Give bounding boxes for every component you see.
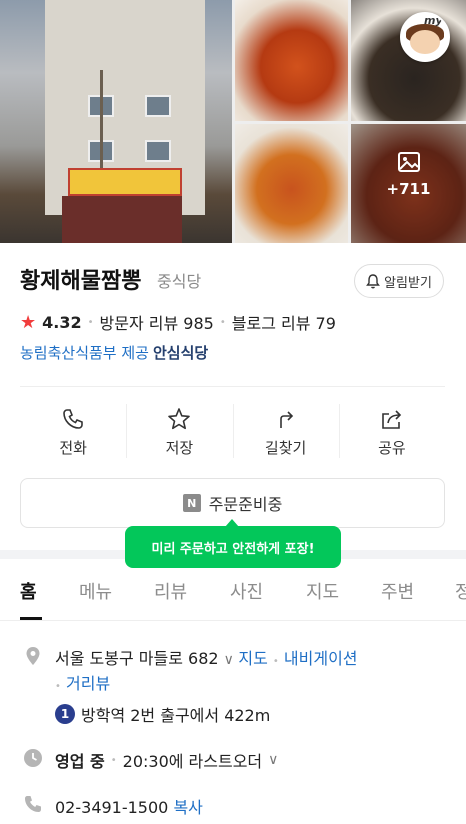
subway-line-badge: 1	[55, 704, 75, 724]
tab-more[interactable]: 정	[455, 578, 466, 604]
certification[interactable]: 농림축산식품부 제공 안심식당	[20, 342, 208, 363]
address-row: 서울 도봉구 마들로 682 ∨ 지도 • 내비게이션	[55, 645, 358, 669]
hours-text: 20:30에 라스트오더	[122, 752, 263, 771]
phone-row: 02-3491-1500 복사	[55, 794, 203, 818]
save-label: 저장	[165, 438, 194, 457]
order-label: 주문준비중	[208, 495, 283, 514]
map-link[interactable]: 지도	[238, 649, 267, 668]
separator-dot: •	[272, 656, 279, 667]
rating-value: 4.32	[42, 312, 82, 332]
separator-dot: •	[110, 754, 117, 766]
open-status: 영업 중	[55, 752, 105, 771]
copy-button[interactable]: 복사	[173, 798, 202, 817]
location-pin-icon	[26, 647, 40, 665]
blog-review-link[interactable]: 블로그 리뷰 79	[232, 310, 336, 334]
directions-label: 길찾기	[264, 438, 307, 457]
divider	[20, 386, 445, 387]
separator-dot: •	[87, 316, 94, 328]
save-button[interactable]: 저장	[126, 398, 232, 464]
my-badge-text: my	[424, 14, 443, 27]
visitor-review-link[interactable]: 방문자 리뷰 985	[100, 310, 214, 334]
clock-icon	[24, 749, 42, 767]
directions-icon	[279, 410, 293, 428]
share-icon	[382, 409, 402, 429]
naver-order-icon: N	[182, 494, 201, 512]
subway-row: 1 방학역 2번 출구에서 422m	[55, 702, 270, 726]
image-icon	[397, 152, 420, 172]
share-button[interactable]: 공유	[338, 398, 445, 464]
hours-row[interactable]: 영업 중 • 20:30에 라스트오더 ∨	[55, 748, 278, 772]
chevron-down-icon[interactable]: ∨	[224, 652, 239, 668]
separator-dot: •	[219, 316, 226, 328]
place-category: 중식당	[157, 272, 202, 291]
food-photo[interactable]	[235, 0, 348, 121]
storefront-photo[interactable]	[0, 0, 232, 243]
separator-dot: •	[55, 681, 61, 692]
address-text: 서울 도봉구 마들로 682	[55, 649, 219, 668]
navigation-link[interactable]: 내비게이션	[284, 649, 358, 668]
place-name: 황제해물짬뽕	[20, 269, 142, 294]
alarm-button[interactable]: 알림받기	[354, 264, 444, 298]
phone-icon	[63, 408, 83, 429]
more-photos[interactable]: +711	[351, 152, 466, 198]
food-photo[interactable]	[235, 124, 348, 243]
street-view-link[interactable]: 거리뷰	[66, 674, 110, 693]
subway-text: 방학역 2번 출구에서 422m	[81, 706, 271, 725]
more-photos-count: +711	[386, 180, 431, 198]
phone-number[interactable]: 02-3491-1500	[55, 798, 168, 817]
chevron-down-icon[interactable]: ∨	[268, 752, 278, 768]
my-profile-avatar[interactable]: my	[400, 12, 450, 62]
tab-review[interactable]: 리뷰	[154, 578, 187, 604]
rating-row: ★ 4.32 • 방문자 리뷰 985 • 블로그 리뷰 79	[20, 310, 336, 334]
share-label: 공유	[378, 438, 406, 457]
tab-nearby[interactable]: 주변	[381, 578, 414, 604]
tab-home[interactable]: 홈	[20, 578, 37, 604]
alarm-label: 알림받기	[384, 275, 432, 291]
directions-button[interactable]: 길찾기	[232, 398, 339, 464]
cert-provider: 농림축산식품부 제공	[20, 344, 149, 362]
phone-icon	[25, 796, 41, 812]
photo-grid[interactable]: +711 my	[0, 0, 466, 243]
cert-name: 안심식당	[152, 344, 209, 362]
active-tab-indicator	[20, 617, 42, 620]
tab-menu[interactable]: 메뉴	[79, 578, 112, 604]
tab-map[interactable]: 지도	[306, 578, 339, 604]
bell-icon	[366, 273, 380, 288]
street-view-row: • 거리뷰	[55, 670, 110, 694]
tab-photo[interactable]: 사진	[230, 578, 263, 604]
call-button[interactable]: 전화	[20, 398, 126, 464]
call-label: 전화	[59, 438, 87, 457]
action-bar: 전화 저장 길찾기 공유	[20, 398, 445, 464]
star-icon: ★	[20, 311, 37, 333]
star-icon	[168, 407, 191, 429]
